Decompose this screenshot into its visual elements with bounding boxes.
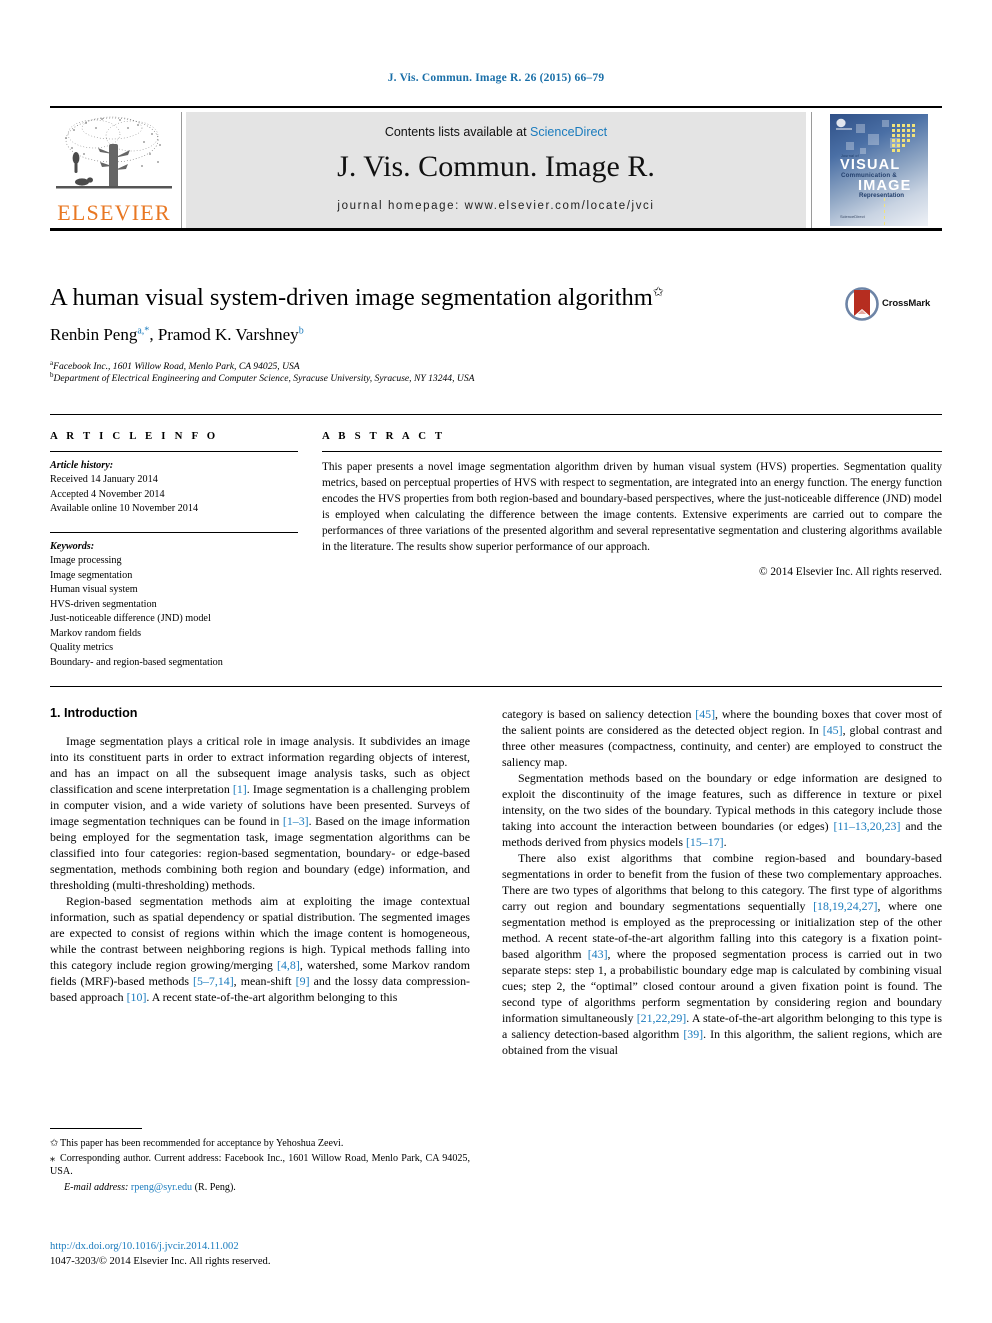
abstract-copyright: © 2014 Elsevier Inc. All rights reserved… <box>758 566 942 579</box>
author-marks-2: b <box>298 325 304 337</box>
citation-link[interactable]: [43] <box>588 947 608 961</box>
keyword-item: Markov random fields <box>50 627 142 639</box>
author-name-1: Renbin Peng <box>50 325 138 344</box>
history-item: Available online 10 November 2014 <box>50 503 199 515</box>
journal-cover-thumbnail[interactable]: Journal of VISUAL Communication & IMAGE … <box>816 112 942 228</box>
keywords-label: Keywords: <box>50 540 95 552</box>
history-item: Accepted 4 November 2014 <box>50 488 165 500</box>
citation-link[interactable]: [4,8] <box>277 958 300 972</box>
footnote-corresponding-marker: ⁎ <box>50 1152 56 1164</box>
keyword-item: Boundary- and region-based segmentation <box>50 656 223 668</box>
masthead-bottom-rule <box>50 228 942 231</box>
email-link[interactable]: rpeng@syr.edu <box>131 1182 192 1193</box>
crossmark-label: CrossMark <box>882 298 931 309</box>
citation-link[interactable]: [18,19,24,27] <box>813 899 877 913</box>
info-section-top-rule <box>50 414 942 415</box>
sciencedirect-link[interactable]: ScienceDirect <box>530 125 607 139</box>
citation-link[interactable]: [21,22,29] <box>637 1011 687 1025</box>
keyword-item: Human visual system <box>50 584 138 596</box>
email-label: E-mail address: <box>64 1182 129 1194</box>
abstract-text: This paper presents a novel image segmen… <box>322 461 942 554</box>
author-marks-1: a,* <box>137 325 150 337</box>
abstract-rule <box>322 451 942 452</box>
masthead-top-rule <box>50 106 942 108</box>
paragraph: category is based on saliency detection … <box>502 707 943 769</box>
history-item: Received 14 January 2014 <box>50 474 158 486</box>
paper-page: J. Vis. Commun. Image R. 26 (2015) 66–79 <box>0 0 992 1323</box>
cover-bottom-text: ScienceDirect <box>840 214 865 219</box>
article-info-rule-1 <box>50 451 298 452</box>
article-info-column: A R T I C L E I N F O Article history: R… <box>50 430 298 670</box>
journal-masthead: ELSEVIER Contents lists available at Sci… <box>50 106 942 231</box>
cover-elsevier-mark <box>836 118 852 131</box>
citation-link[interactable]: [9] <box>296 974 310 988</box>
citation-link[interactable]: [39] <box>683 1027 703 1041</box>
footnote-corresponding-text: Corresponding author. Current address: F… <box>50 1152 470 1178</box>
keywords-block: Keywords: Image processing Image segment… <box>50 540 298 670</box>
masthead-divider-right <box>811 112 812 228</box>
footnote-email-line: E-mail address: rpeng@syr.edu (R. Peng). <box>50 1182 470 1193</box>
abstract-heading: A B S T R A C T <box>322 430 446 442</box>
citation-link[interactable]: [45] <box>695 707 715 721</box>
body-section-top-rule <box>50 686 942 687</box>
contents-available-line: Contents lists available at ScienceDirec… <box>186 125 806 139</box>
journal-title: J. Vis. Commun. Image R. <box>337 150 655 183</box>
masthead-divider-left <box>181 112 182 228</box>
footnote-rule <box>50 1128 142 1129</box>
email-suffix: (R. Peng). <box>194 1182 236 1194</box>
article-info-rule-2 <box>50 531 298 533</box>
keyword-item: Just-noticeable difference (JND) model <box>50 613 211 625</box>
author-list: Renbin Penga,*, Pramod K. Varshneyb <box>50 325 304 344</box>
paragraph: There also exist algorithms that combine… <box>502 851 942 1057</box>
paragraph: Segmentation methods based on the bounda… <box>502 771 943 849</box>
citation-link[interactable]: [10] <box>127 990 147 1004</box>
footnote-star-text: This paper has been recommended for acce… <box>60 1138 344 1149</box>
citation-link[interactable]: [5–7,14] <box>193 974 234 988</box>
article-info-heading: A R T I C L E I N F O <box>50 430 219 442</box>
doi-link[interactable]: http://dx.doi.org/10.1016/j.jvcir.2014.1… <box>50 1239 470 1254</box>
article-title-text: A human visual system-driven image segme… <box>50 284 653 312</box>
journal-homepage-line[interactable]: journal homepage: www.elsevier.com/locat… <box>186 200 806 212</box>
affiliation-b: bDepartment of Electrical Engineering an… <box>50 371 810 386</box>
keyword-item: Image processing <box>50 555 122 567</box>
keyword-item: HVS-driven segmentation <box>50 598 157 610</box>
cover-visual-word: VISUAL <box>840 157 901 173</box>
footnote-star-marker: ✩ <box>50 1138 59 1149</box>
keyword-item: Quality metrics <box>50 642 114 654</box>
paragraph: Image segmentation plays a critical role… <box>50 734 470 892</box>
keyword-item: Image segmentation <box>50 569 133 581</box>
citation-link[interactable]: [1–3] <box>283 814 309 828</box>
author-name-2: Pramod K. Varshney <box>157 325 299 344</box>
cover-dashed-line <box>884 198 885 226</box>
citation-link[interactable]: [1] <box>233 782 247 796</box>
abstract-column: A B S T R A C T This paper presents a no… <box>322 430 942 578</box>
body-column-right: category is based on saliency detection … <box>502 706 942 1058</box>
footnote-star: ✩ This paper has been recommended for acc… <box>50 1137 470 1151</box>
masthead-center-band: Contents lists available at ScienceDirec… <box>186 112 806 228</box>
crossmark-badge[interactable]: CrossMark <box>845 283 945 329</box>
doi-block: http://dx.doi.org/10.1016/j.jvcir.2014.1… <box>50 1239 470 1270</box>
citation-link[interactable]: [15–17] <box>686 835 724 849</box>
elsevier-wordmark: ELSEVIER <box>57 200 171 225</box>
article-history-block: Article history: Received 14 January 201… <box>50 459 298 517</box>
citation-link[interactable]: [11–13,20,23] <box>834 819 901 833</box>
elsevier-logo: ELSEVIER <box>50 112 178 228</box>
issn-copyright-line: 1047-3203/© 2014 Elsevier Inc. All right… <box>50 1256 271 1268</box>
crossmark-icon <box>845 287 879 321</box>
journal-cover-image: Journal of VISUAL Communication & IMAGE … <box>830 114 928 226</box>
page-title: A human visual system-driven image segme… <box>50 284 750 312</box>
article-history-label: Article history: <box>50 460 114 471</box>
footnote-corresponding: ⁎ Corresponding author. Current address: … <box>50 1152 470 1179</box>
section-heading-introduction: 1. Introduction <box>50 706 138 720</box>
citation-link[interactable]: [45] <box>823 723 843 737</box>
cover-representation-word: Representation <box>859 192 905 199</box>
body-column-left: 1. Introduction Image segmentation plays… <box>50 706 470 1005</box>
contents-prefix: Contents lists available at <box>384 125 531 139</box>
running-head: J. Vis. Commun. Image R. 26 (2015) 66–79 <box>387 72 605 84</box>
footnote-block: ✩ This paper has been recommended for acc… <box>50 1128 470 1203</box>
elsevier-tree-icon <box>54 114 174 198</box>
title-footnote-marker: ✩ <box>652 284 664 299</box>
paragraph: Region-based segmentation methods aim at… <box>50 894 470 1004</box>
affiliation-text-b: Department of Electrical Engineering and… <box>53 373 475 385</box>
